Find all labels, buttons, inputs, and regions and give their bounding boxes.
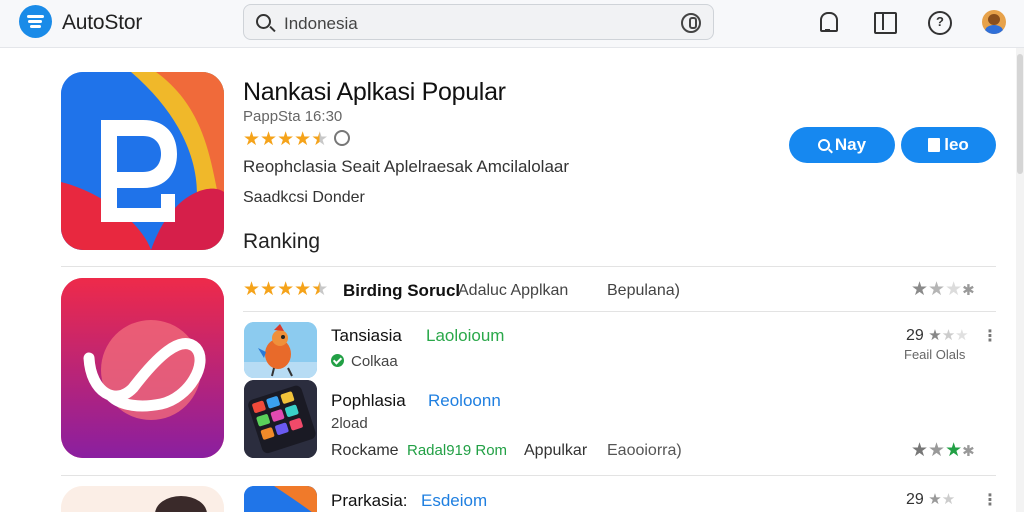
info-circle-icon[interactable] <box>334 130 351 146</box>
list-item-icon[interactable] <box>244 380 317 458</box>
scrollbar-thumb[interactable] <box>1017 54 1023 174</box>
star-icon: ★ <box>928 327 942 344</box>
play-button[interactable]: Nay <box>789 127 895 163</box>
app-rating: ★★★★★ <box>243 129 351 151</box>
star-icon: ★ <box>260 279 278 300</box>
app-description: Reophclasia Seait Aplelraesak Amcilalola… <box>243 157 570 176</box>
star-icon: ★ <box>277 129 295 150</box>
star-icon: ★ <box>955 327 969 344</box>
footer-tag: Radal919 Rom <box>407 442 508 459</box>
star-icon: ★ <box>945 279 963 300</box>
notification-bell-icon[interactable] <box>816 10 840 34</box>
list-item-icon[interactable] <box>244 486 317 512</box>
star-icon: ✱ <box>962 282 975 299</box>
star-icon: ★ <box>294 129 312 150</box>
star-icon: ★ <box>941 327 956 344</box>
ranking-heading: Ranking <box>243 230 321 253</box>
star-icon: ★ <box>928 279 946 300</box>
top-bar: AutoStor Indonesia <box>0 0 1024 48</box>
avatar[interactable] <box>982 10 1006 34</box>
search-icon <box>817 139 830 151</box>
list-item-name[interactable]: Pophlasia <box>331 391 406 411</box>
ranking-subcategory: Adaluc Applkan <box>458 282 569 299</box>
play-button-label: Nay <box>834 135 867 154</box>
footer-rating: ★★★✱ <box>911 440 975 463</box>
star-icon: ★ <box>277 279 295 300</box>
search-input[interactable]: Indonesia <box>284 14 358 34</box>
list-item-footer: Rockame Radal919 Rom Appulkar Eaooiorra)… <box>331 440 1011 464</box>
more-options-icon[interactable]: ⋮ <box>982 326 998 346</box>
list-item-name[interactable]: Prarkasia: <box>331 491 408 511</box>
list-item-tag: Laoloioum <box>426 326 505 345</box>
app-meta: PappSta 16:30 <box>243 108 343 125</box>
header-right-rating: ★★★✱ <box>911 279 975 302</box>
list-item-icon[interactable] <box>244 322 317 378</box>
voice-search-icon[interactable] <box>681 13 701 33</box>
star-icon: ★ <box>243 129 261 150</box>
list-item-score: 29 ★★ <box>906 490 955 509</box>
featured-app-icon[interactable] <box>61 72 224 250</box>
list-item-score-label: Feail Olals <box>904 347 966 362</box>
star-icon: ★ <box>945 440 963 461</box>
star-icon: ★ <box>911 279 929 300</box>
footer-mid: Appulkar <box>524 442 588 459</box>
list-item-name[interactable]: Tansiasia <box>331 326 402 346</box>
half-star-icon: ★ <box>311 279 329 300</box>
list-item-tag: Reoloonn <box>428 391 501 410</box>
header-rating: ★★★★★ <box>243 279 328 301</box>
star-icon: ★ <box>294 279 312 300</box>
store-logo-icon[interactable] <box>19 5 52 38</box>
ranking-header-row: ★★★★★ Birding Sorucl Adaluc Applkan Bepu… <box>243 279 1003 303</box>
scrollbar[interactable] <box>1016 48 1024 512</box>
footer-right: Eaooiorra) <box>607 442 682 459</box>
app-name: AutoStor <box>62 11 143 34</box>
list-item-tag: Esdeiom <box>421 491 488 510</box>
view-button[interactable]: leo <box>901 127 996 163</box>
list-item-icon[interactable] <box>61 486 224 512</box>
ranking-app-icon[interactable] <box>61 278 224 458</box>
score-value: 29 <box>906 491 924 508</box>
view-button-label: leo <box>944 135 969 154</box>
footer-name[interactable]: Rockame <box>331 442 399 460</box>
list-item-sub: 2load <box>331 415 368 432</box>
star-icon: ★ <box>928 491 942 508</box>
star-icon: ✱ <box>962 443 975 460</box>
more-options-icon[interactable]: ⋮ <box>982 490 998 510</box>
divider <box>61 266 996 267</box>
document-icon <box>928 138 941 152</box>
list-item-score: 29 ★★★ <box>906 326 969 345</box>
divider <box>61 475 996 476</box>
star-icon: ★ <box>941 491 956 508</box>
app-developer[interactable]: Saadkcsi Donder <box>243 189 365 207</box>
star-icon: ★ <box>243 279 261 300</box>
half-star-icon: ★ <box>311 129 329 150</box>
star-icon: ★ <box>928 440 946 461</box>
library-icon[interactable] <box>872 10 897 34</box>
divider <box>243 311 996 312</box>
search-bar[interactable]: Indonesia <box>243 4 714 40</box>
ranking-category[interactable]: Birding Sorucl <box>343 281 460 301</box>
check-icon <box>331 354 344 367</box>
app-title: Nankasi Aplkasi Popular <box>243 78 506 106</box>
star-icon: ★ <box>260 129 278 150</box>
score-value: 29 <box>906 327 924 344</box>
list-item-sub: Colkaa <box>331 353 398 370</box>
star-icon: ★ <box>911 440 929 461</box>
help-icon[interactable] <box>926 10 952 35</box>
list-item-sub-text: Colkaa <box>351 353 398 370</box>
search-icon <box>256 14 271 29</box>
ranking-filter[interactable]: Bepulana) <box>607 282 680 300</box>
